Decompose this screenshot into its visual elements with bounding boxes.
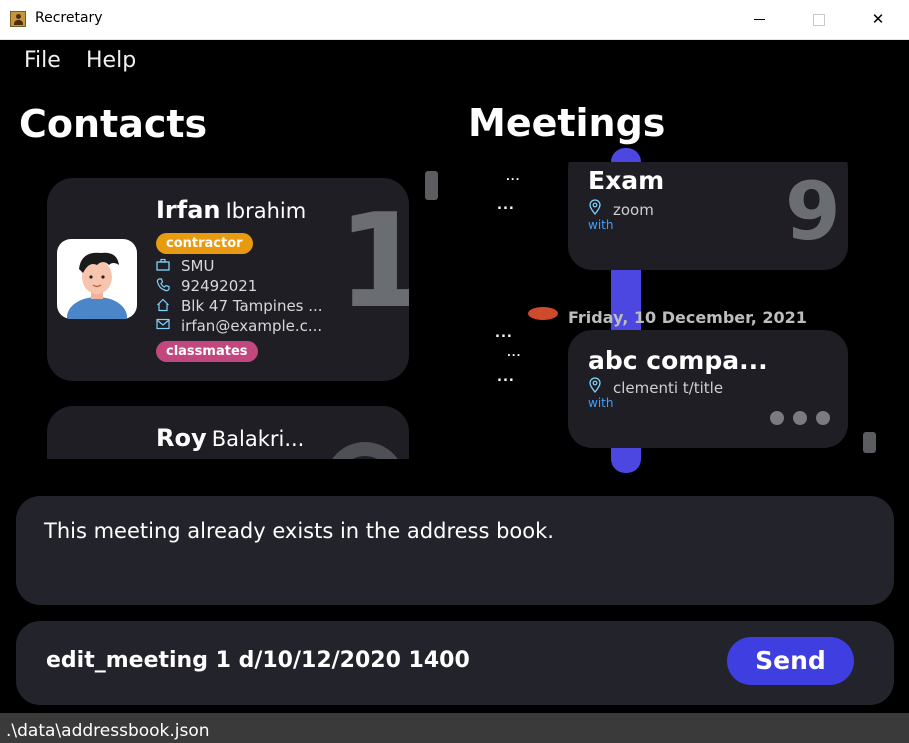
contact-card[interactable]: 1 Irfan Ibrahim contractor SMU 92492021 … <box>47 178 409 381</box>
maximize-icon <box>813 14 825 26</box>
meeting-index: 9 <box>785 165 841 258</box>
minimize-icon <box>754 19 765 20</box>
mail-icon <box>156 318 170 331</box>
contact-name: Roy Balakri... <box>156 424 304 452</box>
location-pin-icon <box>588 377 602 397</box>
menu-file[interactable]: File <box>24 48 61 73</box>
tag-contractor: contractor <box>156 233 253 254</box>
window-title: Recretary <box>35 10 103 26</box>
more-dot <box>770 411 784 425</box>
meetings-scrollbar[interactable] <box>863 432 876 453</box>
more-dot <box>793 411 807 425</box>
contacts-scrollbar[interactable] <box>425 171 438 200</box>
contact-first-name: Irfan <box>156 196 221 224</box>
contacts-header: Contacts <box>19 102 208 146</box>
result-display: This meeting already exists in the addre… <box>16 496 894 605</box>
contact-card[interactable]: Roy Balakri... <box>47 406 409 459</box>
meeting-location: zoom <box>613 201 654 219</box>
contact-address: Blk 47 Tampines ... <box>181 297 323 315</box>
contact-phone: 92492021 <box>181 277 258 295</box>
command-input[interactable]: edit_meeting 1 d/10/12/2020 1400 <box>46 648 470 673</box>
tag-classmates: classmates <box>156 341 258 362</box>
contact-name: Irfan Ibrahim <box>156 196 306 224</box>
contact-company: SMU <box>181 257 215 275</box>
meeting-with: with <box>588 396 614 410</box>
more-dots-icon[interactable] <box>770 411 840 425</box>
contact-first-name: Roy <box>156 424 207 452</box>
timeline-dots: ... <box>497 370 515 385</box>
meeting-title: Exam <box>588 166 665 195</box>
close-button[interactable]: ✕ <box>855 0 901 39</box>
contact-index: 1 <box>337 185 409 337</box>
contact-email: irfan@example.c... <box>181 317 323 335</box>
contacts-list[interactable]: 1 Irfan Ibrahim contractor SMU 92492021 … <box>0 160 440 459</box>
menu-help[interactable]: Help <box>86 48 136 73</box>
timeline-dots: ... <box>507 348 522 359</box>
command-box[interactable]: edit_meeting 1 d/10/12/2020 1400 Send <box>16 621 894 705</box>
storage-path: .\data\addressbook.json <box>6 721 210 741</box>
location-pin-icon <box>588 199 602 219</box>
timeline-dots: ... <box>506 172 521 183</box>
meeting-title: abc compa... <box>588 346 768 375</box>
briefcase-icon <box>156 258 170 271</box>
meeting-clip: Exam zoom with 9 <box>460 162 895 272</box>
date-marker <box>528 307 558 320</box>
meeting-with: with <box>588 218 614 232</box>
date-header: Friday, 10 December, 2021 <box>568 308 807 327</box>
home-icon <box>156 298 170 312</box>
contact-last-name: Ibrahim <box>225 199 307 223</box>
minimize-button[interactable] <box>738 0 784 39</box>
result-message: This meeting already exists in the addre… <box>44 519 554 543</box>
phone-icon <box>156 278 170 292</box>
meetings-list[interactable]: Exam zoom with 9 ... ... ... ... ... Fri… <box>460 148 895 473</box>
send-button[interactable]: Send <box>727 637 854 685</box>
contact-index-partial <box>325 442 405 459</box>
meeting-location: clementi t/title <box>613 379 724 397</box>
contact-last-name: Balakri... <box>211 427 305 451</box>
meetings-header: Meetings <box>468 101 666 145</box>
timeline-dots: ... <box>495 326 513 341</box>
meeting-card[interactable]: abc compa... clementi t/title with <box>568 330 848 448</box>
more-dot <box>816 411 830 425</box>
maximize-button[interactable] <box>796 0 842 39</box>
timeline-dots: ... <box>497 198 515 213</box>
meeting-card[interactable]: Exam zoom with 9 <box>568 162 848 270</box>
app-icon <box>10 11 26 27</box>
avatar <box>57 239 137 319</box>
